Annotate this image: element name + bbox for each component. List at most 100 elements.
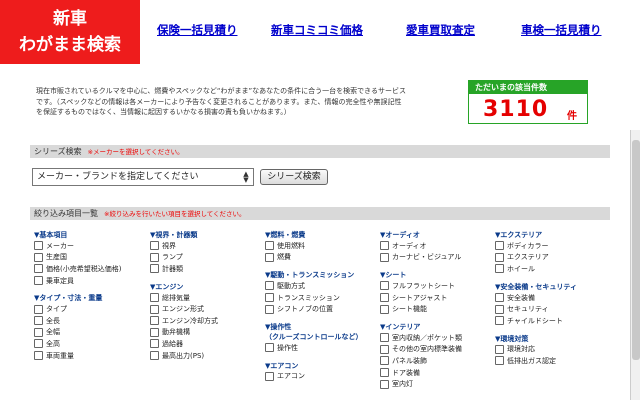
filter-checkbox[interactable] <box>495 304 504 314</box>
nav-car-buyback-link[interactable]: 愛車買取査定 <box>406 22 475 38</box>
filter-option[interactable]: 視界 <box>150 240 265 252</box>
filter-group-title[interactable]: ▼駆動・トランスミッション <box>265 270 380 280</box>
filter-option[interactable]: 使用燃料 <box>265 240 380 252</box>
filter-option[interactable]: ホイール <box>495 263 610 275</box>
filter-option[interactable]: パネル装飾 <box>380 355 495 367</box>
filter-option[interactable]: 駆動方式 <box>265 280 380 292</box>
filter-group-title[interactable]: ▼オーディオ <box>380 230 495 240</box>
filter-checkbox[interactable] <box>380 368 389 378</box>
filter-option[interactable]: 最高出力(PS) <box>150 350 265 362</box>
filter-option[interactable]: シフトノブの位置 <box>265 303 380 315</box>
filter-option[interactable]: チャイルドシート <box>495 315 610 327</box>
filter-option[interactable]: トランスミッション <box>265 292 380 304</box>
filter-checkbox[interactable] <box>34 252 43 262</box>
filter-checkbox[interactable] <box>380 281 389 291</box>
filter-group-title[interactable]: ▼安全装備・セキュリティ <box>495 282 610 292</box>
filter-option[interactable]: オーディオ <box>380 240 495 252</box>
filter-checkbox[interactable] <box>380 333 389 343</box>
filter-checkbox[interactable] <box>495 264 504 274</box>
filter-checkbox[interactable] <box>150 293 159 303</box>
filter-option[interactable]: エクステリア <box>495 252 610 264</box>
filter-option[interactable]: 生産国 <box>34 252 149 264</box>
filter-group-title[interactable]: ▼環境対策 <box>495 334 610 344</box>
filter-option[interactable]: 価格(小売希望税込価格) <box>34 263 149 275</box>
filter-option[interactable]: 動弁機構 <box>150 327 265 339</box>
filter-checkbox[interactable] <box>34 327 43 337</box>
filter-checkbox[interactable] <box>34 241 43 251</box>
filter-option[interactable]: 安全装備 <box>495 292 610 304</box>
filter-checkbox[interactable] <box>265 371 274 381</box>
filter-option[interactable]: 室内収納／ポケット類 <box>380 332 495 344</box>
filter-option[interactable]: 燃費 <box>265 252 380 264</box>
filter-group-title[interactable]: ▼エアコン <box>265 361 380 371</box>
filter-checkbox[interactable] <box>495 252 504 262</box>
filter-checkbox[interactable] <box>34 316 43 326</box>
filter-checkbox[interactable] <box>34 276 43 286</box>
filter-option[interactable]: エアコン <box>265 371 380 383</box>
filter-checkbox[interactable] <box>150 264 159 274</box>
filter-option[interactable]: セキュリティ <box>495 303 610 315</box>
filter-option[interactable]: 低排出ガス認定 <box>495 355 610 367</box>
filter-option[interactable]: シートアジャスト <box>380 292 495 304</box>
filter-group-title[interactable]: ▼タイプ・寸法・重量 <box>34 293 149 303</box>
filter-checkbox[interactable] <box>150 241 159 251</box>
filter-checkbox[interactable] <box>150 316 159 326</box>
filter-option[interactable]: 乗車定員 <box>34 275 149 287</box>
filter-group-title[interactable]: ▼操作性 <box>265 322 380 332</box>
filter-group-title[interactable]: ▼シート <box>380 270 495 280</box>
filter-checkbox[interactable] <box>150 339 159 349</box>
filter-checkbox[interactable] <box>380 379 389 389</box>
filter-checkbox[interactable] <box>495 356 504 366</box>
filter-checkbox[interactable] <box>380 293 389 303</box>
filter-checkbox[interactable] <box>150 252 159 262</box>
filter-group-title[interactable]: ▼視界・計器類 <box>150 230 265 240</box>
filter-checkbox[interactable] <box>34 264 43 274</box>
filter-checkbox[interactable] <box>150 351 159 361</box>
filter-checkbox[interactable] <box>265 343 274 353</box>
filter-option[interactable]: エンジン冷却方式 <box>150 315 265 327</box>
filter-option[interactable]: フルフラットシート <box>380 280 495 292</box>
site-logo[interactable]: 新車 わがまま検索 <box>0 0 140 64</box>
filter-checkbox[interactable] <box>380 252 389 262</box>
nav-new-car-price-link[interactable]: 新車コミコミ価格 <box>271 22 363 38</box>
filter-group-title[interactable]: ▼基本項目 <box>34 230 149 240</box>
filter-checkbox[interactable] <box>265 281 274 291</box>
vertical-scrollbar[interactable] <box>630 130 640 400</box>
maker-brand-select[interactable]: メーカー・ブランドを指定してください ▲ ▼ <box>32 168 254 186</box>
filter-checkbox[interactable] <box>265 304 274 314</box>
filter-option[interactable]: 総排気量 <box>150 292 265 304</box>
filter-checkbox[interactable] <box>34 351 43 361</box>
filter-group-title[interactable]: ▼燃料・燃費 <box>265 230 380 240</box>
filter-checkbox[interactable] <box>150 304 159 314</box>
filter-option[interactable]: 車両重量 <box>34 350 149 362</box>
filter-option[interactable]: 全高 <box>34 338 149 350</box>
filter-checkbox[interactable] <box>150 327 159 337</box>
filter-group-title[interactable]: ▼エンジン <box>150 282 265 292</box>
filter-checkbox[interactable] <box>265 241 274 251</box>
filter-checkbox[interactable] <box>34 304 43 314</box>
filter-option[interactable]: ドア装備 <box>380 367 495 379</box>
filter-group-title[interactable]: ▼エクステリア <box>495 230 610 240</box>
filter-option[interactable]: 環境対応 <box>495 344 610 356</box>
filter-checkbox[interactable] <box>380 344 389 354</box>
filter-option[interactable]: ボディカラー <box>495 240 610 252</box>
filter-checkbox[interactable] <box>495 241 504 251</box>
filter-checkbox[interactable] <box>380 241 389 251</box>
filter-option[interactable]: 室内灯 <box>380 378 495 390</box>
filter-checkbox[interactable] <box>380 304 389 314</box>
filter-group-title[interactable]: ▼インテリア <box>380 322 495 332</box>
filter-checkbox[interactable] <box>495 344 504 354</box>
nav-insurance-quote-link[interactable]: 保険一括見積り <box>157 22 238 38</box>
filter-option[interactable]: エンジン形式 <box>150 303 265 315</box>
filter-option[interactable]: タイプ <box>34 303 149 315</box>
filter-checkbox[interactable] <box>380 356 389 366</box>
filter-option[interactable]: カーナビ・ビジュアル <box>380 252 495 264</box>
filter-option[interactable]: シート機能 <box>380 303 495 315</box>
filter-checkbox[interactable] <box>34 339 43 349</box>
filter-option[interactable]: 操作性 <box>265 342 380 354</box>
filter-option[interactable]: 全幅 <box>34 327 149 339</box>
filter-option[interactable]: メーカー <box>34 240 149 252</box>
series-search-button[interactable]: シリーズ検索 <box>260 169 328 185</box>
filter-checkbox[interactable] <box>265 293 274 303</box>
filter-checkbox[interactable] <box>495 316 504 326</box>
